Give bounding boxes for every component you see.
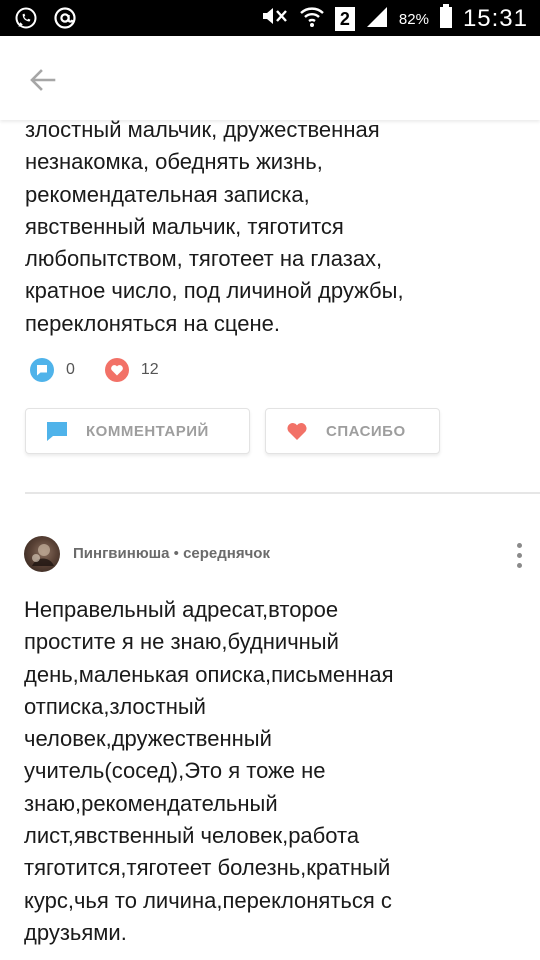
answer-line: лист,явственный человек,работа: [24, 823, 360, 849]
answer-stats: 0 12: [30, 356, 189, 384]
comment-button[interactable]: КОММЕНТАРИЙ: [25, 408, 250, 454]
status-bar: 2 82% 15:31: [0, 0, 540, 36]
answer-line: переклоняться на сцене.: [25, 310, 281, 336]
answer-text: злостный мальчик, дружественная незнаком…: [25, 114, 525, 340]
answer-line: незнакомка, обеднять жизнь,: [25, 149, 323, 175]
comment-button-label: КОММЕНТАРИЙ: [86, 422, 209, 440]
answer-author-row: Пингвинюша • середнячок: [24, 536, 524, 574]
answer-line: курс,чья то личина,переклоняться с: [24, 887, 392, 913]
battery-icon: [439, 4, 453, 34]
author-meta: Пингвинюша • середнячок: [73, 545, 270, 562]
author-rank: середнячок: [183, 545, 270, 562]
signal-icon: [365, 5, 389, 33]
answer-line: учитель(сосед),Это я тоже не: [24, 758, 326, 784]
answer-line: рекомендательная записка,: [25, 181, 310, 207]
answer-line: друзьями.: [24, 919, 127, 945]
answer-divider: [25, 492, 540, 494]
app-bar: [0, 36, 540, 120]
comment-count-icon: [30, 358, 54, 382]
thanks-button[interactable]: СПАСИБО: [265, 408, 440, 454]
wifi-icon: [299, 4, 325, 34]
answer-text: Неправельный адресат,второе простите я н…: [24, 594, 524, 949]
answer-line: явственный мальчик, тяготится: [25, 213, 344, 239]
whatsapp-icon: [14, 6, 38, 35]
answer-line: отписка,злостный: [24, 693, 206, 719]
answer-line: любопытством, тяготеет на глазах,: [25, 246, 383, 272]
comment-icon: [47, 422, 67, 441]
heart-count-icon: [104, 358, 129, 382]
answer-line: кратное число, под личиной дружбы,: [25, 278, 404, 304]
clock: 15:31: [462, 5, 528, 32]
back-button[interactable]: [22, 60, 62, 100]
author-separator: •: [169, 545, 184, 562]
answer-line: человек,дружественный: [24, 726, 272, 752]
mute-icon: [259, 5, 289, 33]
answer-line: простите я не знаю,будничный: [24, 629, 339, 655]
answer-line: тяготится,тяготеет болезнь,кратный: [24, 855, 391, 881]
status-left-icons: [14, 6, 78, 35]
answer-line: день,маленькая описка,письменная: [24, 661, 394, 687]
more-options-button[interactable]: [509, 540, 529, 570]
author-name[interactable]: Пингвинюша: [73, 545, 169, 562]
answer-line: Неправельный адресат,второе: [24, 597, 339, 622]
more-vert-icon: [516, 542, 522, 548]
sim-slot-badge: 2: [334, 7, 355, 31]
likes-count: 12: [140, 361, 159, 378]
arrow-left-icon: [30, 69, 56, 91]
thanks-button-label: СПАСИБО: [326, 422, 406, 440]
avatar[interactable]: [24, 536, 60, 572]
battery-percent: 82%: [398, 10, 429, 28]
status-right-icons: 2 82% 15:31: [259, 4, 528, 34]
answer-line: знаю,рекомендательный: [24, 790, 278, 816]
comments-count: 0: [66, 361, 75, 378]
at-sign-icon: [52, 6, 78, 35]
heart-icon: [287, 423, 307, 440]
